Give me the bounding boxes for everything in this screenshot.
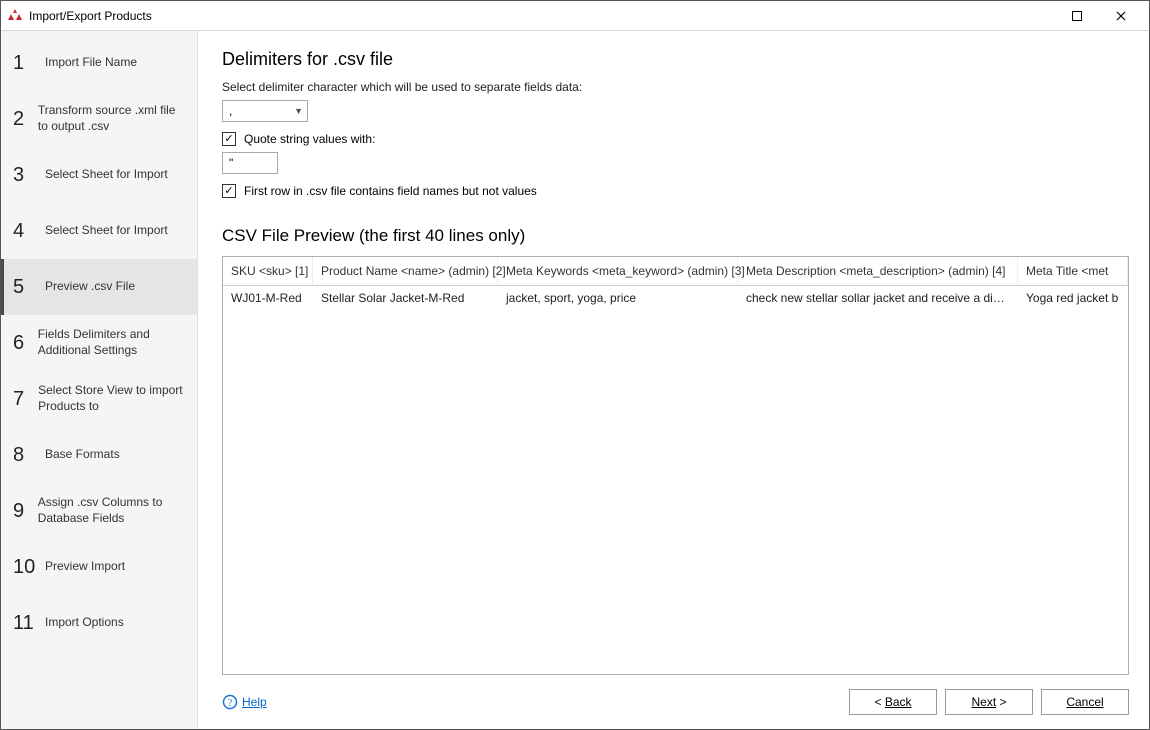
column-header[interactable]: Product Name <name> (admin) [2] (313, 257, 498, 285)
step-number: 9 (13, 500, 30, 523)
step-label: Select Sheet for Import (45, 167, 168, 183)
quote-checkbox[interactable]: ✓ (222, 132, 236, 146)
wizard-steps-sidebar: 1 Import File Name 2 Transform source .x… (1, 31, 198, 729)
delimiter-value: , (229, 104, 232, 118)
quote-char-value: " (229, 156, 233, 170)
delimiter-label: Select delimiter character which will be… (222, 80, 1129, 94)
back-label: < Back (874, 695, 911, 709)
window-title: Import/Export Products (29, 9, 152, 23)
cancel-label: Cancel (1066, 695, 1103, 709)
section-title-preview: CSV File Preview (the first 40 lines onl… (222, 226, 1129, 246)
column-header[interactable]: Meta Title <met (1018, 257, 1128, 285)
step-base-formats[interactable]: 8 Base Formats (1, 427, 197, 483)
quote-label: Quote string values with: (244, 132, 375, 146)
column-header[interactable]: Meta Description <meta_description> (adm… (738, 257, 1018, 285)
step-number: 10 (13, 556, 37, 579)
step-label: Assign .csv Columns to Database Fields (38, 495, 187, 526)
column-header[interactable]: SKU <sku> [1] (223, 257, 313, 285)
step-label: Import Options (45, 615, 124, 631)
step-number: 8 (13, 444, 37, 467)
cell: jacket, sport, yoga, price (498, 286, 738, 310)
firstrow-label: First row in .csv file contains field na… (244, 184, 537, 198)
back-button[interactable]: < Back (849, 689, 937, 715)
step-number: 5 (13, 276, 37, 299)
help-label: Help (242, 695, 267, 709)
delimiter-select[interactable]: , ▼ (222, 100, 308, 122)
chevron-down-icon: ▼ (294, 106, 303, 116)
step-label: Import File Name (45, 55, 137, 71)
step-number: 3 (13, 164, 37, 187)
step-assign-columns[interactable]: 9 Assign .csv Columns to Database Fields (1, 483, 197, 539)
column-header[interactable]: Meta Keywords <meta_keyword> (admin) [3] (498, 257, 738, 285)
svg-text:?: ? (228, 698, 233, 709)
step-field-delimiters[interactable]: 6 Fields Delimiters and Additional Setti… (1, 315, 197, 371)
cell: check new stellar sollar jacket and rece… (738, 286, 1018, 310)
quote-char-input[interactable]: " (222, 152, 278, 174)
app-icon (7, 8, 23, 24)
step-number: 11 (13, 612, 37, 635)
step-select-sheet-2[interactable]: 4 Select Sheet for Import (1, 203, 197, 259)
cancel-button[interactable]: Cancel (1041, 689, 1129, 715)
step-label: Preview Import (45, 559, 125, 575)
step-transform-xml[interactable]: 2 Transform source .xml file to output .… (1, 91, 197, 147)
step-label: Fields Delimiters and Additional Setting… (38, 327, 187, 358)
step-label: Select Sheet for Import (45, 223, 168, 239)
main-content: Delimiters for .csv file Select delimite… (198, 31, 1149, 729)
cell: WJ01-M-Red (223, 286, 313, 310)
cell: Yoga red jacket b (1018, 286, 1128, 310)
close-button[interactable] (1099, 1, 1143, 31)
next-label: Next > (971, 695, 1006, 709)
cell: Stellar Solar Jacket-M-Red (313, 286, 498, 310)
step-preview-import[interactable]: 10 Preview Import (1, 539, 197, 595)
step-label: Select Store View to import Products to (38, 383, 187, 414)
step-number: 2 (13, 108, 30, 131)
step-label: Preview .csv File (45, 279, 135, 295)
step-number: 1 (13, 52, 37, 75)
help-icon: ? (222, 694, 238, 710)
step-number: 6 (13, 332, 30, 355)
maximize-button[interactable] (1055, 1, 1099, 31)
grid-header: SKU <sku> [1] Product Name <name> (admin… (223, 257, 1128, 286)
step-number: 4 (13, 220, 37, 243)
step-import-file-name[interactable]: 1 Import File Name (1, 35, 197, 91)
section-title-delimiters: Delimiters for .csv file (222, 49, 1129, 70)
step-label: Transform source .xml file to output .cs… (38, 103, 187, 134)
step-import-options[interactable]: 11 Import Options (1, 595, 197, 651)
step-label: Base Formats (45, 447, 120, 463)
csv-preview-grid: SKU <sku> [1] Product Name <name> (admin… (222, 256, 1129, 675)
table-row[interactable]: WJ01-M-Red Stellar Solar Jacket-M-Red ja… (223, 286, 1128, 310)
footer: ? Help < Back Next > Cancel (222, 689, 1129, 715)
help-link[interactable]: ? Help (222, 694, 267, 710)
step-select-store-view[interactable]: 7 Select Store View to import Products t… (1, 371, 197, 427)
next-button[interactable]: Next > (945, 689, 1033, 715)
titlebar: Import/Export Products (1, 1, 1149, 31)
step-preview-csv[interactable]: 5 Preview .csv File (1, 259, 197, 315)
step-select-sheet-1[interactable]: 3 Select Sheet for Import (1, 147, 197, 203)
firstrow-checkbox[interactable]: ✓ (222, 184, 236, 198)
step-number: 7 (13, 388, 30, 411)
